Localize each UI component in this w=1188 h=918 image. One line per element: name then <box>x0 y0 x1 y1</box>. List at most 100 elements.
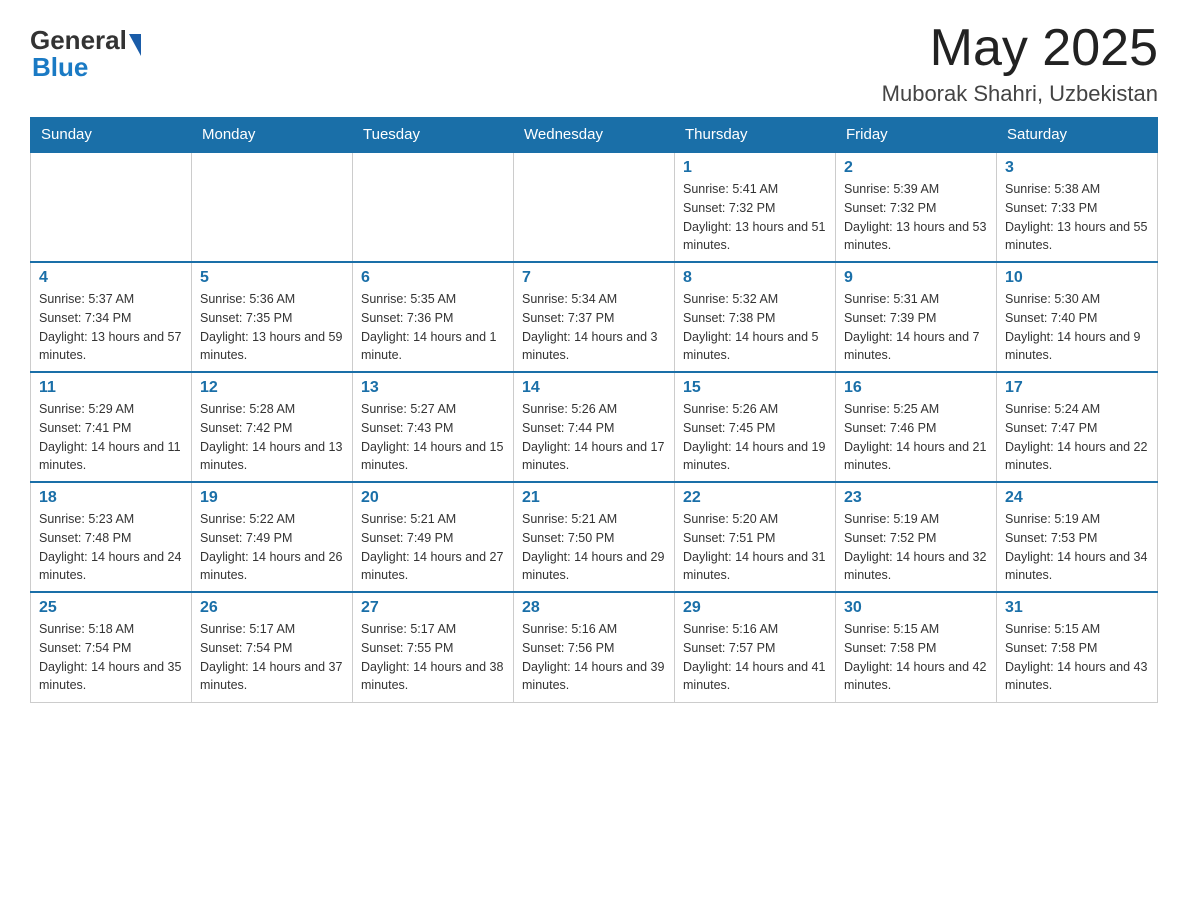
day-number: 18 <box>39 489 183 507</box>
page-header: General Blue May 2025 Muborak Shahri, Uz… <box>30 20 1158 107</box>
day-info: Sunrise: 5:32 AMSunset: 7:38 PMDaylight:… <box>683 290 827 365</box>
calendar-cell: 5 Sunrise: 5:36 AMSunset: 7:35 PMDaylight… <box>192 262 353 372</box>
calendar-cell: 21 Sunrise: 5:21 AMSunset: 7:50 PMDayligh… <box>514 482 675 592</box>
calendar-cell: 4 Sunrise: 5:37 AMSunset: 7:34 PMDaylight… <box>31 262 192 372</box>
calendar-week-row-3: 11Sunrise: 5:29 AMSunset: 7:41 PMDayligh… <box>31 372 1158 482</box>
day-info: Sunrise: 5:25 AMSunset: 7:46 PMDaylight:… <box>844 400 988 475</box>
calendar-cell: 28 Sunrise: 5:16 AMSunset: 7:56 PMDayligh… <box>514 592 675 702</box>
header-thursday: Thursday <box>675 118 836 153</box>
header-tuesday: Tuesday <box>353 118 514 153</box>
calendar-cell: 23 Sunrise: 5:19 AMSunset: 7:52 PMDayligh… <box>836 482 997 592</box>
day-number: 4 <box>39 269 183 287</box>
logo-blue-text: Blue <box>30 52 88 83</box>
day-info: Sunrise: 5:16 AMSunset: 7:57 PMDaylight:… <box>683 620 827 695</box>
day-number: 27 <box>361 599 505 617</box>
calendar-cell: 22 Sunrise: 5:20 AMSunset: 7:51 PMDayligh… <box>675 482 836 592</box>
header-friday: Friday <box>836 118 997 153</box>
calendar-cell: 31Sunrise: 5:15 AMSunset: 7:58 PMDayligh… <box>997 592 1158 702</box>
calendar-cell: 9 Sunrise: 5:31 AMSunset: 7:39 PMDaylight… <box>836 262 997 372</box>
logo-triangle-icon <box>129 34 141 56</box>
calendar-cell: 8 Sunrise: 5:32 AMSunset: 7:38 PMDaylight… <box>675 262 836 372</box>
day-info: Sunrise: 5:24 AMSunset: 7:47 PMDaylight:… <box>1005 400 1149 475</box>
calendar-cell: 26 Sunrise: 5:17 AMSunset: 7:54 PMDayligh… <box>192 592 353 702</box>
day-number: 5 <box>200 269 344 287</box>
day-info: Sunrise: 5:36 AMSunset: 7:35 PMDaylight:… <box>200 290 344 365</box>
day-info: Sunrise: 5:28 AMSunset: 7:42 PMDaylight:… <box>200 400 344 475</box>
calendar-cell <box>514 152 675 262</box>
calendar-cell: 20Sunrise: 5:21 AMSunset: 7:49 PMDayligh… <box>353 482 514 592</box>
day-number: 16 <box>844 379 988 397</box>
day-number: 12 <box>200 379 344 397</box>
day-info: Sunrise: 5:27 AMSunset: 7:43 PMDaylight:… <box>361 400 505 475</box>
calendar-week-row-2: 4 Sunrise: 5:37 AMSunset: 7:34 PMDaylight… <box>31 262 1158 372</box>
day-number: 20 <box>361 489 505 507</box>
day-info: Sunrise: 5:16 AMSunset: 7:56 PMDaylight:… <box>522 620 666 695</box>
day-number: 10 <box>1005 269 1149 287</box>
logo: General Blue <box>30 20 143 83</box>
day-number: 3 <box>1005 159 1149 177</box>
day-number: 23 <box>844 489 988 507</box>
day-number: 28 <box>522 599 666 617</box>
calendar-cell: 11Sunrise: 5:29 AMSunset: 7:41 PMDayligh… <box>31 372 192 482</box>
calendar-week-row-1: 1Sunrise: 5:41 AMSunset: 7:32 PMDaylight… <box>31 152 1158 262</box>
day-info: Sunrise: 5:37 AMSunset: 7:34 PMDaylight:… <box>39 290 183 365</box>
title-block: May 2025 Muborak Shahri, Uzbekistan <box>882 20 1158 107</box>
calendar-cell: 7Sunrise: 5:34 AMSunset: 7:37 PMDaylight… <box>514 262 675 372</box>
day-info: Sunrise: 5:35 AMSunset: 7:36 PMDaylight:… <box>361 290 505 365</box>
header-wednesday: Wednesday <box>514 118 675 153</box>
calendar-cell: 12 Sunrise: 5:28 AMSunset: 7:42 PMDayligh… <box>192 372 353 482</box>
day-number: 21 <box>522 489 666 507</box>
header-monday: Monday <box>192 118 353 153</box>
calendar-cell: 6 Sunrise: 5:35 AMSunset: 7:36 PMDaylight… <box>353 262 514 372</box>
day-info: Sunrise: 5:19 AMSunset: 7:52 PMDaylight:… <box>844 510 988 585</box>
day-number: 9 <box>844 269 988 287</box>
calendar-cell <box>31 152 192 262</box>
calendar-header-row: Sunday Monday Tuesday Wednesday Thursday… <box>31 118 1158 153</box>
day-number: 15 <box>683 379 827 397</box>
calendar-cell: 2 Sunrise: 5:39 AMSunset: 7:32 PMDaylight… <box>836 152 997 262</box>
day-info: Sunrise: 5:19 AMSunset: 7:53 PMDaylight:… <box>1005 510 1149 585</box>
header-sunday: Sunday <box>31 118 192 153</box>
calendar-cell: 25Sunrise: 5:18 AMSunset: 7:54 PMDayligh… <box>31 592 192 702</box>
day-info: Sunrise: 5:31 AMSunset: 7:39 PMDaylight:… <box>844 290 988 365</box>
calendar-cell: 14 Sunrise: 5:26 AMSunset: 7:44 PMDayligh… <box>514 372 675 482</box>
day-number: 13 <box>361 379 505 397</box>
day-number: 22 <box>683 489 827 507</box>
day-info: Sunrise: 5:23 AMSunset: 7:48 PMDaylight:… <box>39 510 183 585</box>
day-info: Sunrise: 5:38 AMSunset: 7:33 PMDaylight:… <box>1005 180 1149 255</box>
day-info: Sunrise: 5:21 AMSunset: 7:50 PMDaylight:… <box>522 510 666 585</box>
day-info: Sunrise: 5:29 AMSunset: 7:41 PMDaylight:… <box>39 400 183 475</box>
calendar-cell: 16 Sunrise: 5:25 AMSunset: 7:46 PMDayligh… <box>836 372 997 482</box>
day-number: 30 <box>844 599 988 617</box>
day-number: 19 <box>200 489 344 507</box>
day-info: Sunrise: 5:26 AMSunset: 7:44 PMDaylight:… <box>522 400 666 475</box>
day-info: Sunrise: 5:20 AMSunset: 7:51 PMDaylight:… <box>683 510 827 585</box>
day-info: Sunrise: 5:15 AMSunset: 7:58 PMDaylight:… <box>844 620 988 695</box>
day-number: 2 <box>844 159 988 177</box>
calendar-cell: 30 Sunrise: 5:15 AMSunset: 7:58 PMDayligh… <box>836 592 997 702</box>
day-info: Sunrise: 5:34 AMSunset: 7:37 PMDaylight:… <box>522 290 666 365</box>
calendar-cell <box>353 152 514 262</box>
day-info: Sunrise: 5:17 AMSunset: 7:54 PMDaylight:… <box>200 620 344 695</box>
day-info: Sunrise: 5:15 AMSunset: 7:58 PMDaylight:… <box>1005 620 1149 695</box>
calendar-cell: 27Sunrise: 5:17 AMSunset: 7:55 PMDayligh… <box>353 592 514 702</box>
location-title: Muborak Shahri, Uzbekistan <box>882 81 1158 107</box>
calendar-cell: 3 Sunrise: 5:38 AMSunset: 7:33 PMDaylight… <box>997 152 1158 262</box>
day-number: 8 <box>683 269 827 287</box>
day-number: 29 <box>683 599 827 617</box>
month-title: May 2025 <box>882 20 1158 77</box>
day-info: Sunrise: 5:39 AMSunset: 7:32 PMDaylight:… <box>844 180 988 255</box>
calendar-cell: 10Sunrise: 5:30 AMSunset: 7:40 PMDayligh… <box>997 262 1158 372</box>
calendar-week-row-5: 25Sunrise: 5:18 AMSunset: 7:54 PMDayligh… <box>31 592 1158 702</box>
calendar-cell: 24Sunrise: 5:19 AMSunset: 7:53 PMDayligh… <box>997 482 1158 592</box>
day-info: Sunrise: 5:41 AMSunset: 7:32 PMDaylight:… <box>683 180 827 255</box>
day-info: Sunrise: 5:26 AMSunset: 7:45 PMDaylight:… <box>683 400 827 475</box>
day-number: 14 <box>522 379 666 397</box>
calendar-cell <box>192 152 353 262</box>
calendar-week-row-4: 18 Sunrise: 5:23 AMSunset: 7:48 PMDayligh… <box>31 482 1158 592</box>
calendar-cell: 29 Sunrise: 5:16 AMSunset: 7:57 PMDayligh… <box>675 592 836 702</box>
calendar-cell: 19Sunrise: 5:22 AMSunset: 7:49 PMDayligh… <box>192 482 353 592</box>
day-number: 6 <box>361 269 505 287</box>
day-number: 17 <box>1005 379 1149 397</box>
day-number: 26 <box>200 599 344 617</box>
